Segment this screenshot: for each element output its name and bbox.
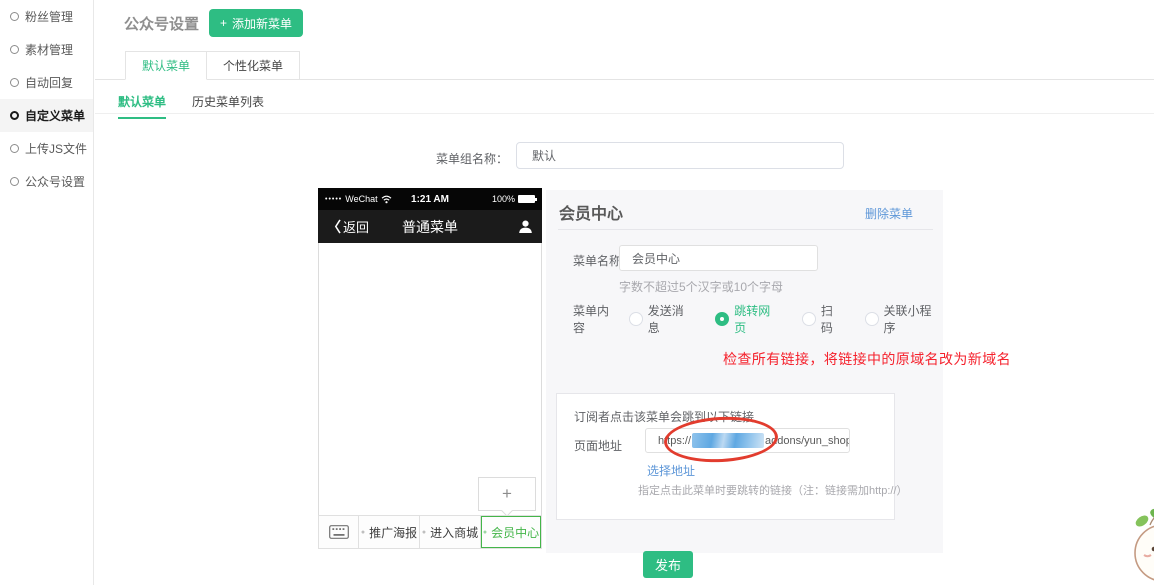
radish-mascot xyxy=(1117,497,1154,585)
radio-scan-code[interactable]: 扫码 xyxy=(802,302,845,336)
url-suffix: addons/yun_shop/? xyxy=(765,435,850,447)
editor-divider xyxy=(558,229,933,230)
phone-menu-item-label: 进入商城 xyxy=(430,524,478,541)
back-button[interactable]: 〈 返回 xyxy=(327,217,369,237)
radio-circle-icon xyxy=(10,45,19,54)
link-intro-text: 订阅者点击该菜单会跳到以下链接 xyxy=(574,408,754,425)
keyboard-toggle[interactable] xyxy=(319,516,359,548)
radio-selected-icon xyxy=(715,312,729,326)
editor-title: 会员中心 xyxy=(559,200,623,224)
dot-icon: ● xyxy=(361,529,365,536)
menu-content-radio-group: 菜单内容 发送消息 跳转网页 扫码 关联小程序 xyxy=(573,302,943,336)
phone-screen xyxy=(318,243,542,515)
subtab-history-menu-list[interactable]: 历史菜单列表 xyxy=(192,93,264,119)
radio-send-message[interactable]: 发送消息 xyxy=(629,302,696,336)
sidebar: 粉丝管理 素材管理 自动回复 自定义菜单 上传JS文件 公众号设置 xyxy=(0,0,94,585)
delete-menu-link[interactable]: 删除菜单 xyxy=(865,205,913,222)
sidebar-item-custom-menu[interactable]: 自定义菜单 xyxy=(0,99,93,132)
phone-preview: ••••• WeChat 1:21 AM 100% 〈 返回 普通菜单 + xyxy=(318,188,542,549)
battery-icon xyxy=(518,195,535,203)
add-menu-item-popup[interactable]: + xyxy=(478,477,536,511)
red-text-annotation: 检查所有链接，将链接中的原域名改为新域名 xyxy=(723,349,1011,369)
wifi-icon xyxy=(381,195,392,204)
clock-label: 1:21 AM xyxy=(411,194,449,205)
user-icon[interactable] xyxy=(518,219,533,234)
radio-circle-icon xyxy=(10,78,19,87)
add-new-menu-label: 添加新菜单 xyxy=(232,15,292,32)
phone-status-bar: ••••• WeChat 1:21 AM 100% xyxy=(318,188,542,210)
plus-icon: + xyxy=(502,484,512,504)
radio-label: 跳转网页 xyxy=(734,302,782,336)
menu-group-name-input[interactable] xyxy=(516,142,844,169)
menu-name-input[interactable] xyxy=(619,245,818,271)
phone-menu-item-member-center[interactable]: ● 会员中心 xyxy=(481,516,541,548)
radio-label: 扫码 xyxy=(821,302,845,336)
url-prefix: https:// xyxy=(658,435,691,447)
radio-icon xyxy=(629,312,643,326)
page-address-input[interactable]: https:// addons/yun_shop/? xyxy=(645,428,850,453)
page-title: 公众号设置 xyxy=(124,13,199,34)
phone-nav-title: 普通菜单 xyxy=(402,217,458,237)
carrier-label: WeChat xyxy=(345,194,377,204)
radio-mini-program[interactable]: 关联小程序 xyxy=(865,302,943,336)
redacted-domain-blur xyxy=(692,433,764,448)
radio-icon xyxy=(865,312,879,326)
radio-circle-icon xyxy=(10,144,19,153)
sidebar-item-fans[interactable]: 粉丝管理 xyxy=(0,0,93,33)
radio-circle-icon xyxy=(10,111,19,120)
sidebar-item-label: 素材管理 xyxy=(25,41,73,58)
phone-menu-bar: ● 推广海报 ● 进入商城 ● 会员中心 xyxy=(318,515,542,549)
phone-menu-item-poster[interactable]: ● 推广海报 xyxy=(359,516,420,548)
tab-personalized-menu[interactable]: 个性化菜单 xyxy=(207,51,300,80)
page-address-label: 页面地址 xyxy=(574,437,622,454)
radio-label: 关联小程序 xyxy=(884,302,943,336)
menu-group-name-label: 菜单组名称： xyxy=(420,150,508,167)
menu-content-label: 菜单内容 xyxy=(573,302,621,336)
sidebar-item-label: 自定义菜单 xyxy=(25,107,85,124)
menu-editor-panel: 会员中心 删除菜单 菜单名称 字数不超过5个汉字或10个字母 菜单内容 发送消息… xyxy=(546,190,943,553)
link-settings-box: 订阅者点击该菜单会跳到以下链接 页面地址 https:// addons/yun… xyxy=(556,393,895,520)
back-label: 返回 xyxy=(343,217,369,236)
phone-menu-item-label: 会员中心 xyxy=(491,524,539,541)
sidebar-item-upload-js[interactable]: 上传JS文件 xyxy=(0,132,93,165)
radio-circle-icon xyxy=(10,12,19,21)
radio-icon xyxy=(802,312,816,326)
radio-label: 发送消息 xyxy=(648,302,696,336)
choose-address-link[interactable]: 选择地址 xyxy=(647,462,695,479)
menu-name-hint: 字数不超过5个汉字或10个字母 xyxy=(619,278,783,295)
sidebar-item-label: 上传JS文件 xyxy=(25,140,87,157)
tab-default-menu[interactable]: 默认菜单 xyxy=(125,51,207,80)
add-new-menu-button[interactable]: + 添加新菜单 xyxy=(209,9,303,37)
signal-dots-icon: ••••• xyxy=(325,196,342,203)
phone-menu-item-shop[interactable]: ● 进入商城 xyxy=(420,516,481,548)
phone-nav-bar: 〈 返回 普通菜单 xyxy=(318,210,542,243)
menu-type-tabs: 默认菜单 个性化菜单 xyxy=(125,51,300,80)
phone-menu-item-label: 推广海报 xyxy=(369,524,417,541)
menu-name-label: 菜单名称 xyxy=(573,252,621,269)
menu-subtabs: 默认菜单 历史菜单列表 xyxy=(118,93,264,119)
sidebar-item-material[interactable]: 素材管理 xyxy=(0,33,93,66)
plus-icon: + xyxy=(220,16,227,30)
dot-icon: ● xyxy=(422,529,426,536)
publish-button[interactable]: 发布 xyxy=(643,551,693,578)
link-hint-text: 指定点击此菜单时要跳转的链接（注：链接需加http://） xyxy=(638,482,908,498)
sidebar-item-label: 自动回复 xyxy=(25,74,73,91)
chevron-left-icon: 〈 xyxy=(327,217,341,237)
sidebar-item-account-settings[interactable]: 公众号设置 xyxy=(0,165,93,198)
radio-jump-webpage[interactable]: 跳转网页 xyxy=(715,302,782,336)
sidebar-item-label: 粉丝管理 xyxy=(25,8,73,25)
sidebar-item-autoreply[interactable]: 自动回复 xyxy=(0,66,93,99)
keyboard-icon xyxy=(329,525,349,539)
battery-percent: 100% xyxy=(492,194,515,204)
dot-icon: ● xyxy=(483,529,487,536)
radio-circle-icon xyxy=(10,177,19,186)
subtab-default-menu[interactable]: 默认菜单 xyxy=(118,93,166,119)
sidebar-item-label: 公众号设置 xyxy=(25,173,85,190)
